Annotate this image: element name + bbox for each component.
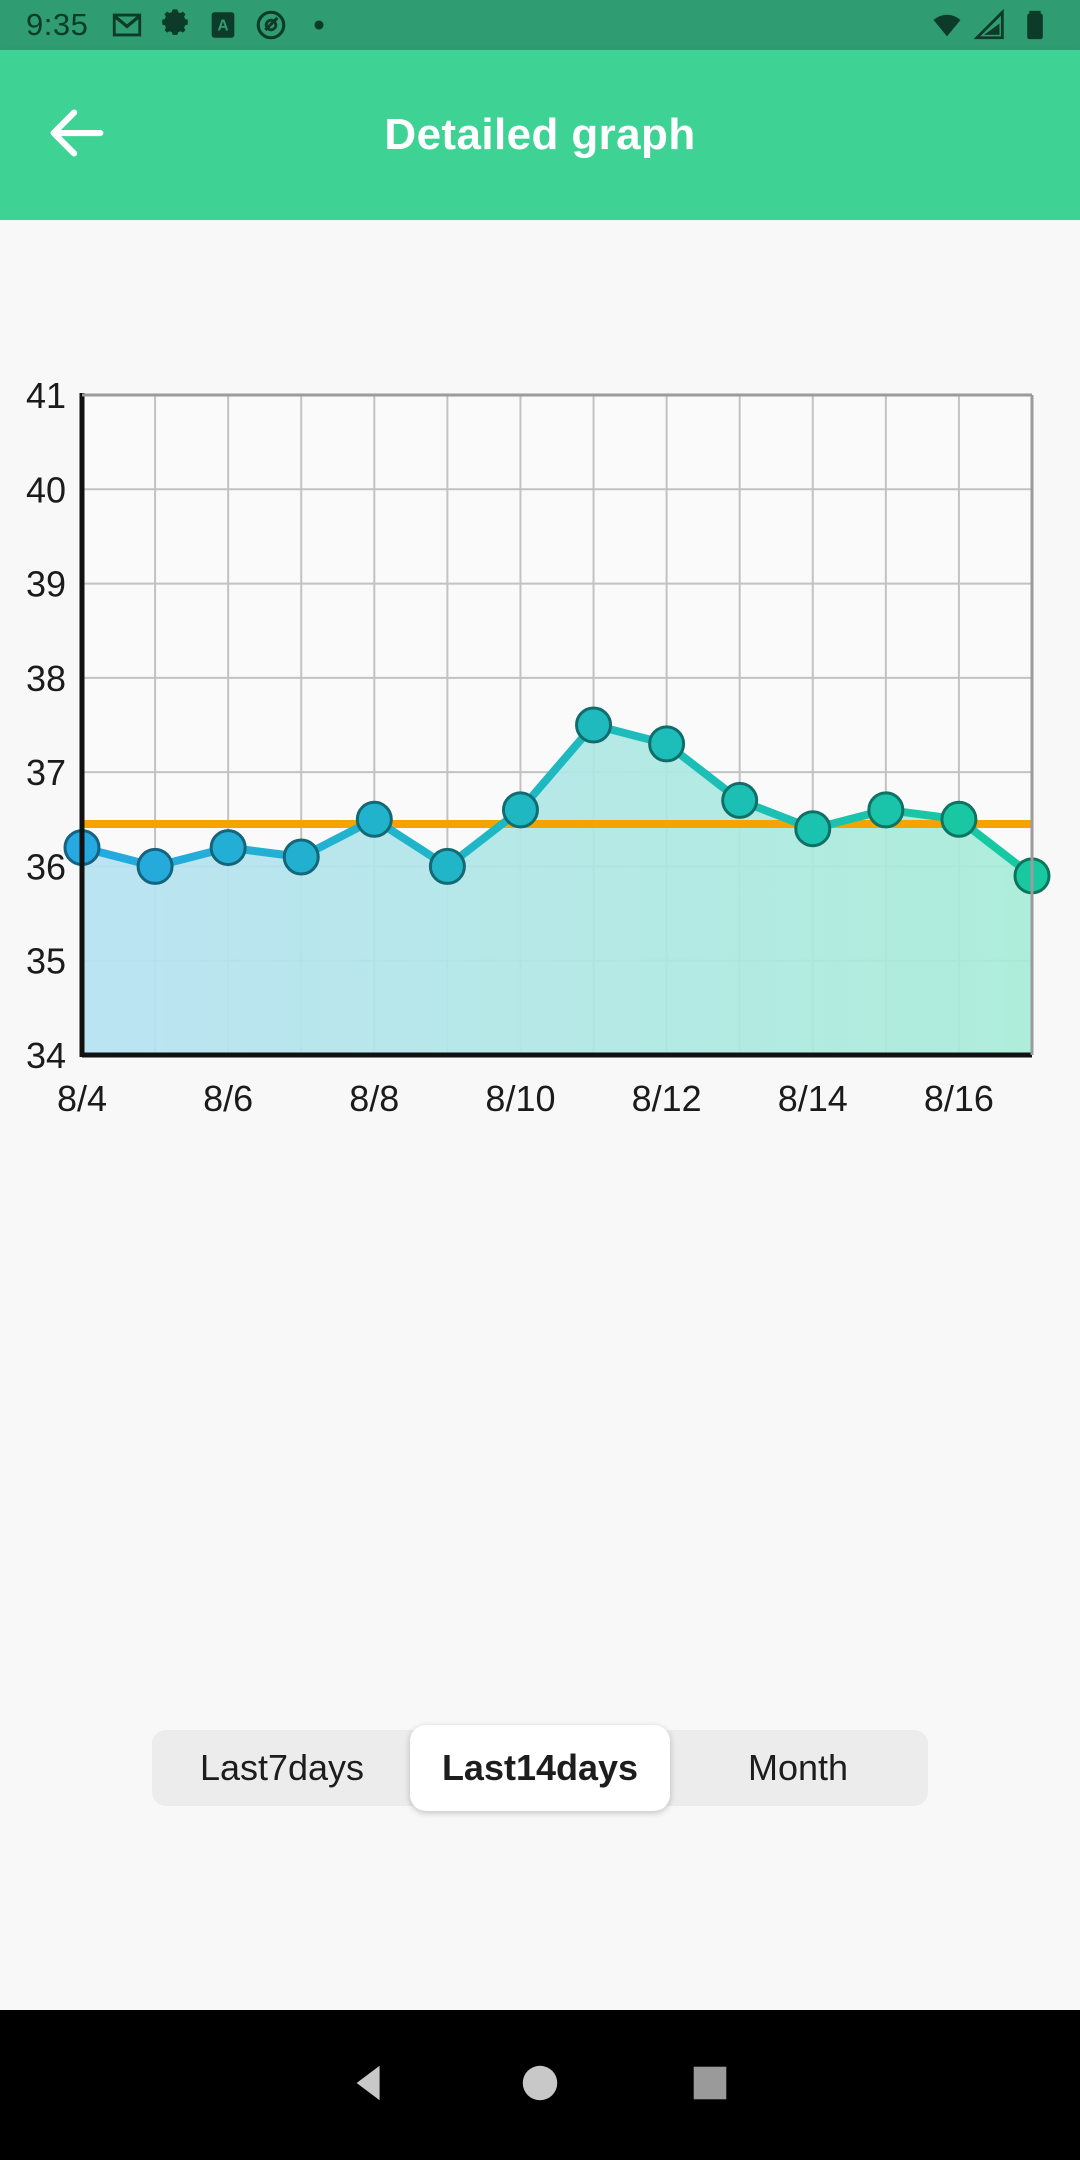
status-bar-clock: 9:35 <box>26 7 89 42</box>
nav-recents-button[interactable] <box>625 2010 795 2160</box>
chart-data-point[interactable] <box>355 800 393 838</box>
chart-data-point[interactable] <box>940 800 978 838</box>
app-bar: Detailed graph <box>0 50 1080 220</box>
y-tick-label: 35 <box>26 941 66 982</box>
segment-month[interactable]: Month <box>668 1730 928 1806</box>
range-segmented-control[interactable]: Last7days Last14days Month <box>152 1725 928 1811</box>
x-tick-label: 8/8 <box>349 1078 399 1119</box>
chart-data-point[interactable] <box>867 791 905 829</box>
cell-signal-icon <box>973 8 1008 42</box>
chart-data-point[interactable] <box>136 847 174 885</box>
arrow-left-icon <box>42 98 112 173</box>
segment-last7days[interactable]: Last7days <box>152 1730 412 1806</box>
y-tick-label: 38 <box>26 658 66 699</box>
y-tick-label: 41 <box>26 375 66 416</box>
wifi-icon <box>930 8 964 42</box>
x-tick-label: 8/12 <box>632 1078 702 1119</box>
android-nav-bar <box>0 2010 1080 2160</box>
chart-x-tick-labels: 8/4 8/6 8/8 8/10 8/12 8/14 8/16 <box>57 1078 994 1119</box>
square-recents-icon <box>687 2060 733 2111</box>
chart-data-point[interactable] <box>282 838 320 876</box>
chart-data-point[interactable] <box>501 791 539 829</box>
y-tick-label: 34 <box>26 1035 66 1076</box>
chart-data-point[interactable] <box>648 725 686 763</box>
temperature-chart[interactable]: 34 35 36 37 38 39 40 41 8/4 8/6 8/8 8/10 8/12 8/14 8/… <box>0 220 1080 1420</box>
x-tick-label: 8/16 <box>924 1078 994 1119</box>
app-a-icon: A <box>206 8 240 42</box>
chart-data-point[interactable] <box>209 829 247 867</box>
chart-y-tick-labels: 34 35 36 37 38 39 40 41 <box>26 375 66 1076</box>
triangle-back-icon <box>347 2060 393 2111</box>
chart-svg: 3435363738394041 8/4 8/6 8/8 8/10 8/12 8/14 8/… <box>26 375 1051 1119</box>
y-tick-label: 37 <box>26 752 66 793</box>
y-tick-label: 40 <box>26 469 66 510</box>
x-tick-label: 8/10 <box>485 1078 555 1119</box>
main-content: Average line 3435363738394041 8/48/68/88… <box>0 220 1080 2010</box>
circle-home-icon <box>517 2060 563 2111</box>
chart-data-point[interactable] <box>575 706 613 744</box>
q-circle-icon <box>254 8 288 42</box>
chart-data-point[interactable] <box>428 847 466 885</box>
page-title: Detailed graph <box>384 110 696 159</box>
back-button[interactable] <box>22 80 132 190</box>
nav-back-button[interactable] <box>285 2010 455 2160</box>
chart-data-point[interactable] <box>721 781 759 819</box>
status-bar-right-icons <box>930 8 1062 42</box>
dot-icon <box>302 8 336 42</box>
segment-last14days[interactable]: Last14days <box>410 1725 670 1811</box>
chart-data-point[interactable] <box>794 810 832 848</box>
gmail-icon <box>110 8 144 42</box>
x-tick-label: 8/14 <box>778 1078 848 1119</box>
svg-text:A: A <box>218 18 229 35</box>
x-tick-label: 8/4 <box>57 1078 107 1119</box>
x-tick-label: 8/6 <box>203 1078 253 1119</box>
y-tick-label: 36 <box>26 846 66 887</box>
status-bar: 9:35 A <box>0 0 1080 50</box>
battery-icon <box>1018 8 1052 42</box>
y-tick-label: 39 <box>26 564 66 605</box>
nav-home-button[interactable] <box>455 2010 625 2160</box>
gear-icon <box>158 8 192 42</box>
